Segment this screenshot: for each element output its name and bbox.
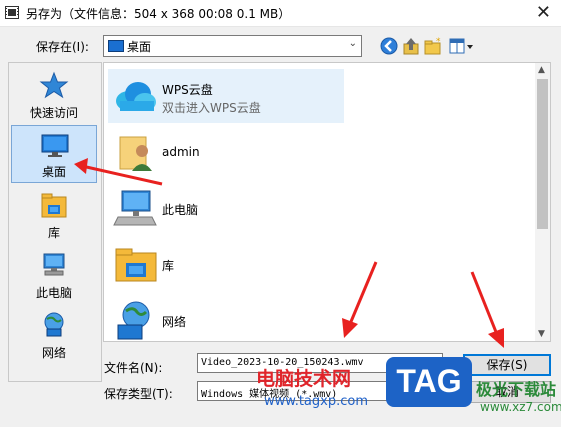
chevron-down-icon: ⌄ xyxy=(348,38,357,49)
watermark-tag-text: TAG xyxy=(396,363,462,399)
computer-icon xyxy=(113,190,157,226)
save-in-value: 桌面 xyxy=(127,40,152,54)
save-in-label: 保存在(I): xyxy=(36,40,89,54)
save-in-dropdown[interactable]: 桌面 ⌄ xyxy=(103,35,362,57)
place-label: 库 xyxy=(47,226,60,240)
annotation-arrow-desktop xyxy=(74,158,163,186)
item-subtitle: 双击进入WPS云盘 xyxy=(162,101,261,115)
scroll-down-icon[interactable]: ▼ xyxy=(538,329,545,339)
list-item-wps-cloud[interactable]: WPS云盘 双击进入WPS云盘 xyxy=(108,69,344,123)
place-library[interactable]: 库 xyxy=(11,185,97,243)
back-icon[interactable] xyxy=(379,36,399,56)
watermark-aside-name: 极光下载站 xyxy=(476,380,557,399)
place-label: 快速访问 xyxy=(29,106,78,120)
title-bar: 另存为（文件信息：504 x 368 00:08 0.1 MB） ✕ xyxy=(0,0,561,27)
filetype-label: 保存类型(T): xyxy=(104,387,173,401)
library-icon xyxy=(41,193,67,218)
network-icon xyxy=(44,312,64,337)
filename-label: 文件名(N): xyxy=(104,361,163,375)
scroll-up-icon[interactable]: ▲ xyxy=(538,65,545,75)
save-button[interactable]: 保存(S) xyxy=(463,354,551,376)
place-quick-access[interactable]: 快速访问 xyxy=(11,65,97,123)
window-title: 另存为（文件信息：504 x 368 00:08 0.1 MB） xyxy=(26,7,291,21)
new-folder-icon[interactable]: * xyxy=(423,36,443,56)
list-item-library[interactable]: 库 xyxy=(108,237,344,291)
place-this-pc[interactable]: 此电脑 xyxy=(11,245,97,303)
place-label: 此电脑 xyxy=(35,286,72,300)
watermark-site-name: 电脑技术网 xyxy=(256,368,352,390)
film-icon xyxy=(5,6,19,19)
place-label: 网络 xyxy=(41,346,66,360)
item-name: 此电脑 xyxy=(162,203,199,217)
watermark-url: www.tagxp.com xyxy=(264,394,368,409)
watermark-tag-logo: TAG xyxy=(386,357,472,407)
up-folder-icon[interactable] xyxy=(401,36,421,56)
close-button[interactable]: ✕ xyxy=(536,2,551,23)
desktop-icon xyxy=(108,40,124,52)
item-name: 网络 xyxy=(162,315,187,329)
item-name: 库 xyxy=(162,259,175,273)
star-icon xyxy=(39,71,69,99)
library-icon xyxy=(115,248,157,282)
cloud-icon xyxy=(116,82,156,111)
desktop-icon xyxy=(41,134,69,157)
view-menu-icon[interactable] xyxy=(448,36,474,56)
watermark-aside-url: www.xz7.com xyxy=(480,400,561,414)
annotation-arrow-filename xyxy=(342,261,378,338)
scroll-thumb[interactable] xyxy=(537,79,548,229)
annotation-arrow-save xyxy=(470,271,504,348)
network-icon xyxy=(117,301,150,340)
item-name: WPS云盘 xyxy=(162,83,213,97)
computer-icon xyxy=(43,253,65,276)
places-bar: 快速访问 桌面 库 此电脑 网络 xyxy=(8,62,102,382)
list-item-network[interactable]: 网络 xyxy=(108,293,344,341)
vertical-scrollbar[interactable]: ▲ ▼ xyxy=(535,63,550,341)
place-network[interactable]: 网络 xyxy=(11,305,97,363)
svg-text:*: * xyxy=(436,37,441,47)
